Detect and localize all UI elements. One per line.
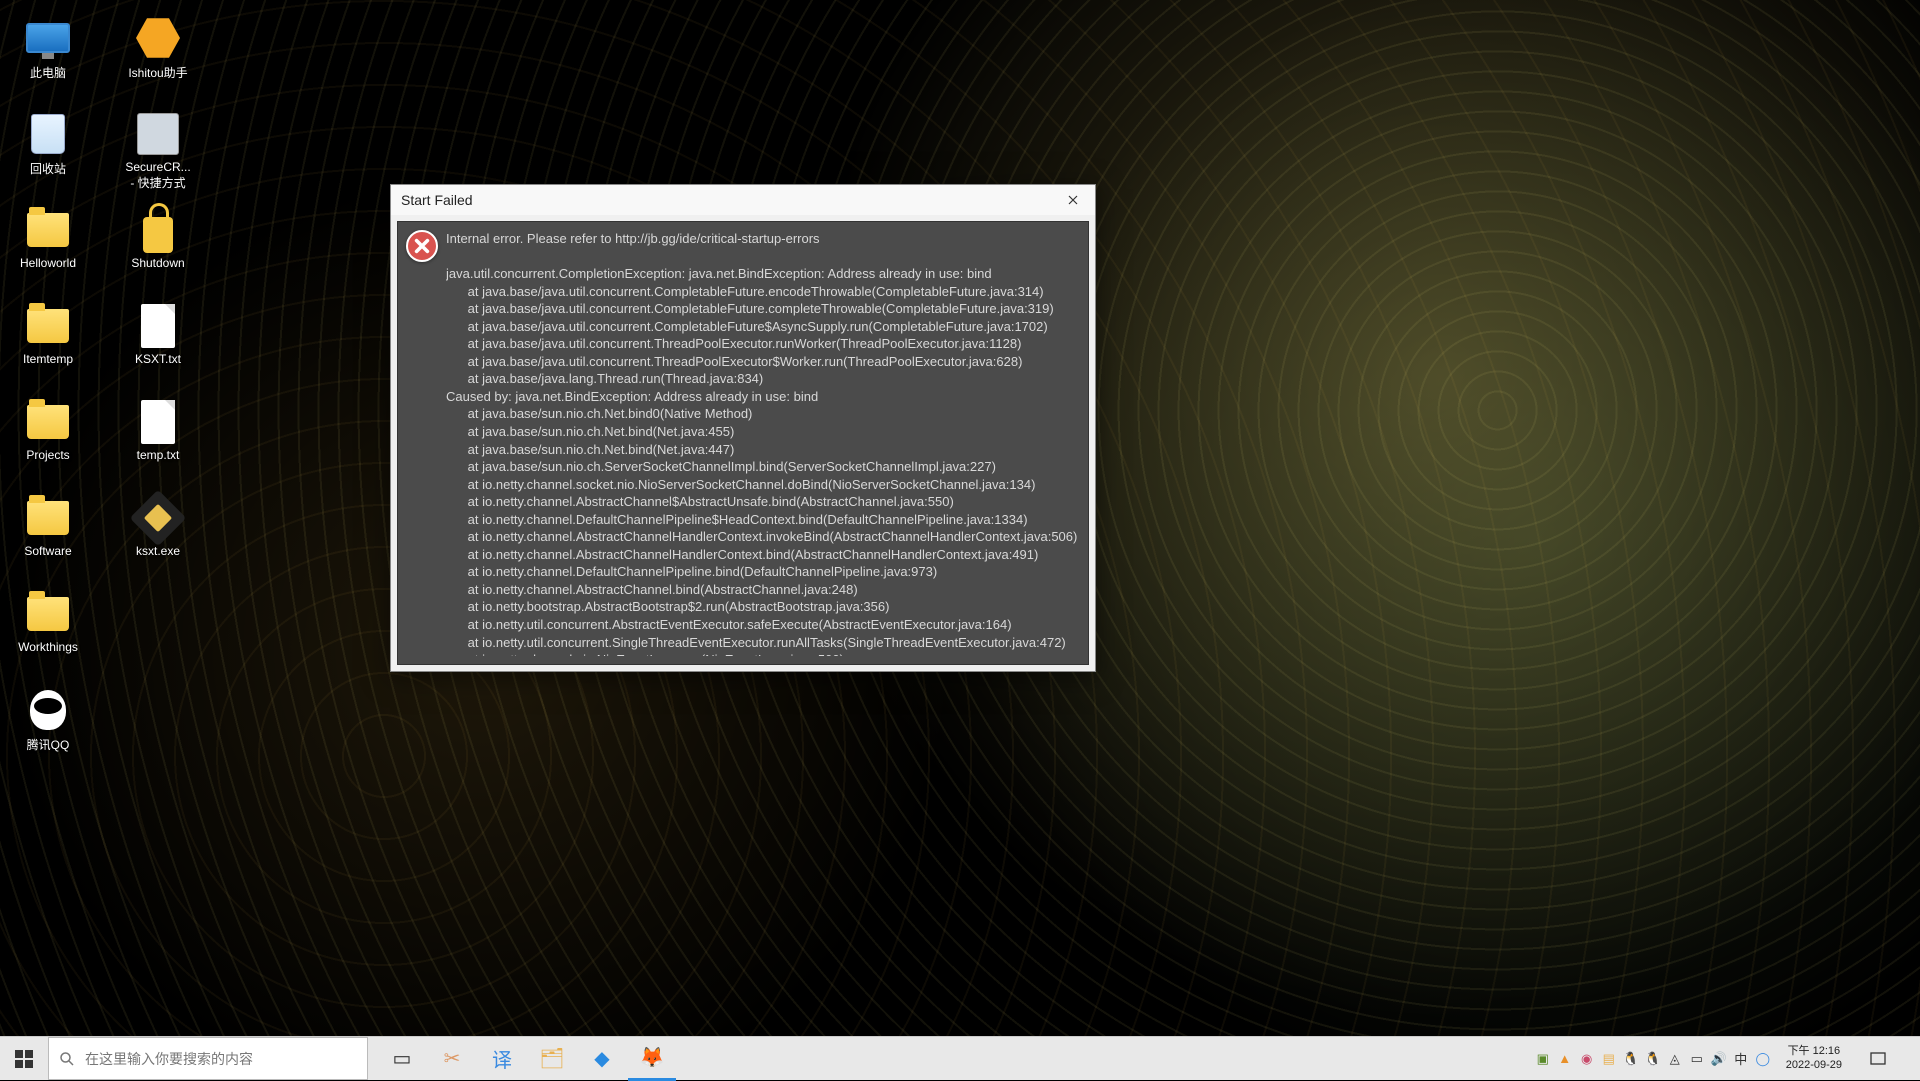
desktop-icon-folder-projects[interactable]: Projects [0, 394, 96, 490]
desktop-icon-label: Software [24, 544, 71, 558]
desktop-icon-label: Workthings [18, 640, 78, 654]
task-view-icon: ▭ [393, 1046, 412, 1071]
desktop-icon-app-qq[interactable]: 腾讯QQ [0, 682, 96, 778]
desktop-icon-app-securecrt[interactable]: SecureCR... - 快捷方式 [110, 106, 206, 202]
desktop-icon-label: ksxt.exe [136, 544, 180, 558]
translate-icon: 译 [492, 1044, 512, 1073]
snip-tool-icon: ✂ [444, 1046, 461, 1071]
dialog-body: Internal error. Please refer to http://j… [397, 221, 1089, 665]
taskbar-clock[interactable]: 下午 12:16 2022-09-29 [1778, 1045, 1850, 1071]
folder-software-icon [24, 494, 72, 542]
desktop-icon-file-temp[interactable]: temp.txt [110, 394, 206, 490]
taskbar-app-firefox[interactable]: 🦊 [628, 1037, 676, 1081]
desktop-icon-folder-software[interactable]: Software [0, 490, 96, 586]
desktop-icon-recycle-bin[interactable]: 回收站 [0, 106, 96, 202]
desktop-icon-label: Projects [26, 448, 69, 462]
desktop-icon-grid: 此电脑回收站 Helloworld Itemtemp Projects Software… [0, 10, 220, 780]
taskbar: 在这里输入你要搜索的内容 ▭✂译🗂◆🦊 ▣▲◉▤🐧🐧◬▭🔊中◯ 下午 12:16… [0, 1036, 1920, 1080]
desktop-icon-label: Ishitou助手 [128, 64, 187, 81]
desktop-icon-label: Helloworld [20, 256, 76, 270]
taskbar-app-file-explorer[interactable]: 🗂 [528, 1037, 576, 1081]
search-placeholder: 在这里输入你要搜索的内容 [85, 1049, 253, 1069]
desktop-icon-label: Itemtemp [23, 352, 73, 366]
folder-itemtemp-icon [24, 302, 72, 350]
folder-workthings-icon [24, 590, 72, 638]
desktop-icon-app-ishitou[interactable]: Ishitou助手 [110, 10, 206, 106]
app-qq-icon [24, 686, 72, 734]
tray-power-icon[interactable]: ▭ [1688, 1050, 1706, 1068]
desktop-icon-folder-helloworld[interactable]: Helloworld [0, 202, 96, 298]
tray-nvidia-icon[interactable]: ▣ [1534, 1050, 1552, 1068]
desktop-icon-label: 此电脑 [30, 64, 66, 81]
taskbar-app-translate[interactable]: 译 [478, 1037, 526, 1081]
tray-sogou-icon[interactable]: ◯ [1754, 1050, 1772, 1068]
tray-notes-icon[interactable]: ▤ [1600, 1050, 1618, 1068]
clock-date: 2022-09-29 [1786, 1059, 1842, 1072]
desktop-icon-label: 腾讯QQ [27, 736, 70, 753]
taskbar-app-dropbox[interactable]: ◆ [578, 1037, 626, 1081]
dialog-close-button[interactable] [1051, 185, 1095, 215]
clock-time: 下午 12:16 [1788, 1045, 1841, 1058]
file-temp-icon [134, 398, 182, 446]
dialog-title-text: Start Failed [401, 192, 473, 208]
desktop-icon-this-pc[interactable]: 此电脑 [0, 10, 96, 106]
firefox-icon: 🦊 [640, 1045, 665, 1070]
desktop-icon-file-ksxt[interactable]: KSXT.txt [110, 298, 206, 394]
desktop-icon-label: Shutdown [131, 256, 184, 270]
folder-projects-icon [24, 398, 72, 446]
search-icon [59, 1051, 75, 1067]
error-icon [406, 230, 438, 262]
error-stacktrace[interactable]: Internal error. Please refer to http://j… [446, 230, 1080, 656]
taskbar-pinned-apps: ▭ ✂ 译 🗂 ◆ 🦊 [368, 1037, 676, 1080]
folder-helloworld-icon [24, 206, 72, 254]
tray-security-icon[interactable]: ▲ [1556, 1050, 1574, 1068]
desktop-icon-label: KSXT.txt [135, 352, 181, 366]
file-explorer-icon: 🗂 [539, 1046, 564, 1071]
desktop-icon-label: SecureCR... - 快捷方式 [125, 160, 190, 191]
start-button[interactable] [0, 1037, 48, 1080]
tray-qq2-tray-icon[interactable]: 🐧 [1644, 1050, 1662, 1068]
desktop-icon-folder-itemtemp[interactable]: Itemtemp [0, 298, 96, 394]
desktop-icon-folder-workthings[interactable]: Workthings [0, 586, 96, 682]
app-ksxt-exe-icon [134, 494, 182, 542]
windows-logo-icon [15, 1050, 33, 1068]
tray-sync-icon[interactable]: ◉ [1578, 1050, 1596, 1068]
tray-ime-icon[interactable]: 中 [1732, 1050, 1750, 1068]
app-ishitou-icon [134, 14, 182, 62]
app-shutdown-icon [134, 206, 182, 254]
desktop-icon-label: temp.txt [137, 448, 180, 462]
system-tray: ▣▲◉▤🐧🐧◬▭🔊中◯ 下午 12:16 2022-09-29 [1534, 1037, 1920, 1080]
notification-center-button[interactable] [1856, 1050, 1900, 1068]
dropbox-icon: ◆ [594, 1046, 609, 1071]
dialog-titlebar[interactable]: Start Failed [391, 185, 1095, 215]
tray-qq-tray-icon[interactable]: 🐧 [1622, 1050, 1640, 1068]
file-ksxt-icon [134, 302, 182, 350]
tray-wifi-icon[interactable]: ◬ [1666, 1050, 1684, 1068]
start-failed-dialog: Start Failed Internal error. Please refe… [390, 184, 1096, 672]
taskbar-app-task-view[interactable]: ▭ [378, 1037, 426, 1081]
close-icon [1068, 195, 1078, 205]
notification-icon [1869, 1050, 1887, 1068]
app-securecrt-icon [134, 110, 182, 158]
desktop-icon-label: 回收站 [30, 160, 66, 177]
taskbar-app-snip-tool[interactable]: ✂ [428, 1037, 476, 1081]
this-pc-icon [24, 14, 72, 62]
taskbar-search[interactable]: 在这里输入你要搜索的内容 [48, 1037, 368, 1080]
desktop-icon-app-ksxt-exe[interactable]: ksxt.exe [110, 490, 206, 586]
desktop-icon-app-shutdown[interactable]: Shutdown [110, 202, 206, 298]
tray-volume-icon[interactable]: 🔊 [1710, 1050, 1728, 1068]
recycle-bin-icon [24, 110, 72, 158]
